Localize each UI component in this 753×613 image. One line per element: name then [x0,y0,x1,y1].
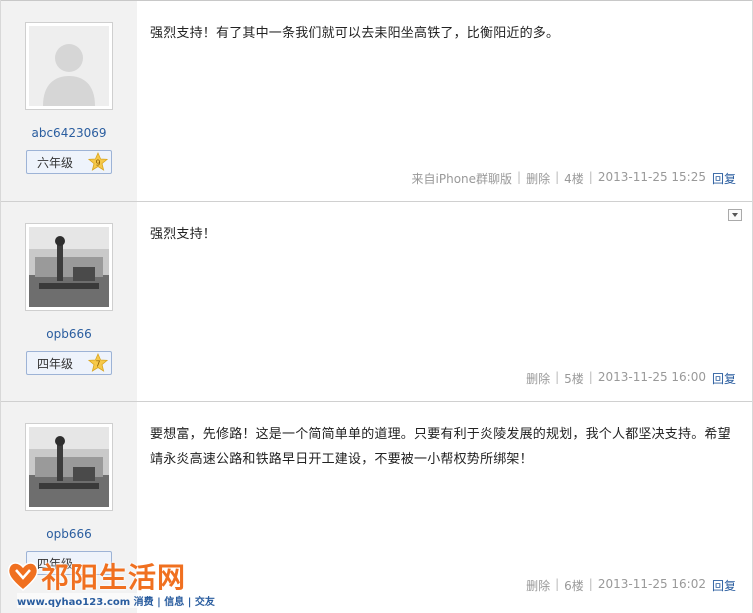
post-body: 要想富，先修路！这是一个简简单单的道理。只要有利于炎陵发展的规划，我个人都坚决支… [137,402,752,613]
username-link[interactable]: abc6423069 [31,126,106,140]
default-avatar-icon [29,26,109,106]
reply-link[interactable]: 回复 [712,370,736,387]
post-source: 来自iPhone群聊版 [411,172,513,186]
level-badge: 六年级 9 [26,150,112,174]
floor-number: 4楼 [564,172,584,186]
floor-number: 5楼 [564,372,584,386]
watermark-title: 祁阳生活网 [41,561,187,594]
post-time: 2013-11-25 15:25 [597,170,706,184]
post-footer: 删除 | 5楼 | 2013-11-25 16:00 回复 [526,370,736,387]
avatar[interactable] [25,22,113,110]
post-time: 2013-11-25 16:02 [597,577,706,591]
photo-avatar-icon [29,427,109,507]
level-label: 六年级 [37,155,74,170]
watermark-url: www.qyhao123.com 消费 | 信息 | 交友 [17,593,215,608]
avatar[interactable] [25,223,113,311]
post-footer: 来自iPhone群聊版 | 删除 | 4楼 | 2013-11-25 15:25… [411,170,736,187]
avatar[interactable] [25,423,113,511]
reply-link[interactable]: 回复 [712,170,736,187]
post-content: 强烈支持！ [150,227,217,242]
author-sidebar: opb666 四年级 7 [1,202,137,401]
post-footer: 删除 | 6楼 | 2013-11-25 16:02 回复 [526,577,736,594]
delete-link[interactable]: 删除 [526,170,550,187]
level-label: 四年级 [37,356,74,371]
post-body: 强烈支持！ 删除 | 5楼 | 2013-11-25 16:00 回复 [137,202,752,401]
post-floor-4: abc6423069 六年级 9 强烈支持！有了其中一条我们就可以去耒阳坐高铁了… [1,0,752,201]
username-link[interactable]: opb666 [46,527,91,541]
post-body: 强烈支持！有了其中一条我们就可以去耒阳坐高铁了，比衡阳近的多。 来自iPhone… [137,1,752,201]
star-icon: 7 [88,353,108,372]
delete-link[interactable]: 删除 [526,577,550,594]
photo-avatar-icon [29,227,109,307]
site-watermark: 祁阳生活网 www.qyhao123.com 消费 | 信息 | 交友 [3,552,215,612]
heart-logo-icon [7,562,39,591]
star-icon: 9 [88,152,108,171]
reply-link[interactable]: 回复 [712,577,736,594]
post-time: 2013-11-25 16:00 [597,370,706,384]
level-number: 7 [95,360,100,369]
delete-link[interactable]: 删除 [526,370,550,387]
thread-page: abc6423069 六年级 9 强烈支持！有了其中一条我们就可以去耒阳坐高铁了… [0,0,753,613]
floor-number: 6楼 [564,579,584,593]
username-link[interactable]: opb666 [46,327,91,341]
level-badge: 四年级 7 [26,351,112,375]
author-sidebar: abc6423069 六年级 9 [1,1,137,201]
post-floor-5: opb666 四年级 7 强烈支持！ 删除 | 5楼 | 2013-11-25 … [1,201,752,401]
post-content: 要想富，先修路！这是一个简简单单的道理。只要有利于炎陵发展的规划，我个人都坚决支… [150,427,731,467]
level-number: 9 [95,159,100,168]
post-menu-dropdown-icon[interactable] [728,209,742,221]
post-content: 强烈支持！有了其中一条我们就可以去耒阳坐高铁了，比衡阳近的多。 [150,26,560,41]
